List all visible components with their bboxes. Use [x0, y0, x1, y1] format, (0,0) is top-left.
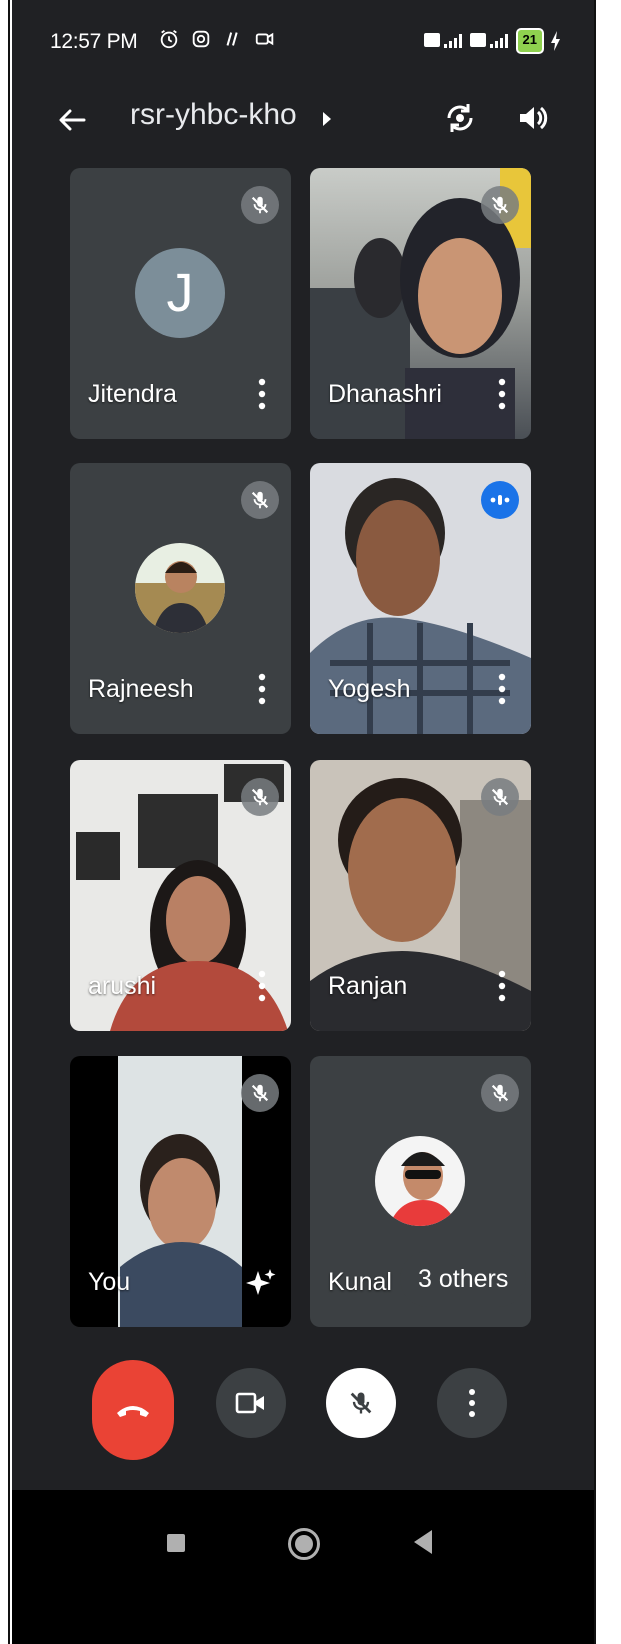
- camera-icon: [235, 1392, 264, 1414]
- recents-button[interactable]: [167, 1534, 185, 1552]
- end-call-button[interactable]: [92, 1360, 174, 1460]
- participant-tile-jitendra[interactable]: J Jitendra: [70, 168, 291, 439]
- participant-name: You: [88, 1268, 131, 1296]
- avatar: [375, 1136, 465, 1226]
- more-vert-icon[interactable]: [497, 377, 507, 411]
- status-bar: 12:57 PM 21: [12, 0, 594, 80]
- status-time: 12:57 PM: [50, 30, 138, 53]
- camera-toggle-button[interactable]: [216, 1368, 286, 1438]
- signal-sim2-icon: [469, 33, 508, 48]
- mic-off-icon: [481, 1074, 519, 1112]
- mic-off-icon: [241, 778, 279, 816]
- participant-name: Ranjan: [328, 972, 408, 1000]
- participant-name: Yogesh: [328, 675, 411, 703]
- back-arrow-icon[interactable]: [52, 100, 92, 140]
- status-notification-icons: [158, 28, 276, 50]
- participant-tile-rajneesh[interactable]: Rajneesh: [70, 463, 291, 734]
- left-edge: [0, 0, 12, 1644]
- avatar: J: [135, 248, 225, 338]
- more-vert-icon[interactable]: [497, 969, 507, 1003]
- charging-icon: [551, 31, 560, 51]
- nfc-icon: [226, 32, 238, 46]
- signal-sim1-icon: [423, 33, 462, 48]
- screen-record-icon: [255, 32, 274, 46]
- mic-off-icon: [241, 186, 279, 224]
- system-nav-bar: [12, 1490, 594, 1644]
- caret-right-icon[interactable]: [320, 110, 334, 128]
- more-vert-icon: [469, 1389, 475, 1417]
- more-vert-icon[interactable]: [257, 672, 267, 706]
- sparkle-effects-icon[interactable]: [245, 1267, 277, 1299]
- more-vert-icon[interactable]: [257, 377, 267, 411]
- participant-name: Jitendra: [88, 380, 177, 408]
- call-controls: [12, 1360, 594, 1470]
- instagram-icon: [192, 30, 210, 48]
- participant-tile-kunal[interactable]: Kunal 3 others: [310, 1056, 531, 1327]
- mic-off-icon: [481, 186, 519, 224]
- end-call-icon: [117, 1406, 149, 1417]
- participant-tile-arushi[interactable]: arushi: [70, 760, 291, 1031]
- more-vert-icon[interactable]: [497, 672, 507, 706]
- participant-name: arushi: [88, 972, 157, 1000]
- others-chip[interactable]: 3 others: [400, 1251, 527, 1307]
- speaking-indicator-icon: [481, 481, 519, 519]
- switch-camera-icon[interactable]: [440, 98, 480, 138]
- avatar: [135, 543, 225, 633]
- mic-toggle-button[interactable]: [326, 1368, 396, 1438]
- more-vert-icon[interactable]: [257, 969, 267, 1003]
- participant-tile-yogesh[interactable]: Yogesh: [310, 463, 531, 734]
- mic-off-icon: [481, 778, 519, 816]
- participant-tile-you[interactable]: You: [70, 1056, 291, 1327]
- right-edge: [594, 0, 621, 1644]
- meeting-code[interactable]: rsr-yhbc-kho: [130, 98, 297, 132]
- battery-indicator: 21: [515, 28, 544, 54]
- more-options-button[interactable]: [437, 1368, 507, 1438]
- mic-off-icon: [241, 481, 279, 519]
- participant-name: Dhanashri: [328, 380, 442, 408]
- meeting-top-bar: rsr-yhbc-kho: [12, 80, 594, 160]
- home-button[interactable]: [288, 1528, 320, 1560]
- mic-off-icon: [350, 1392, 372, 1414]
- speaker-icon[interactable]: [512, 98, 552, 138]
- participant-tile-ranjan[interactable]: Ranjan: [310, 760, 531, 1031]
- back-button[interactable]: [414, 1530, 432, 1554]
- mic-off-icon: [241, 1074, 279, 1112]
- participant-tile-dhanashri[interactable]: Dhanashri: [310, 168, 531, 439]
- status-system-icons: 21: [423, 28, 562, 54]
- alarm-icon: [160, 29, 178, 49]
- participant-name: Kunal: [328, 1268, 392, 1296]
- participant-name: Rajneesh: [88, 675, 194, 703]
- meet-call-screen: 12:57 PM 21 rsr-yhbc-kho J Jitendra Dhan…: [12, 0, 594, 1644]
